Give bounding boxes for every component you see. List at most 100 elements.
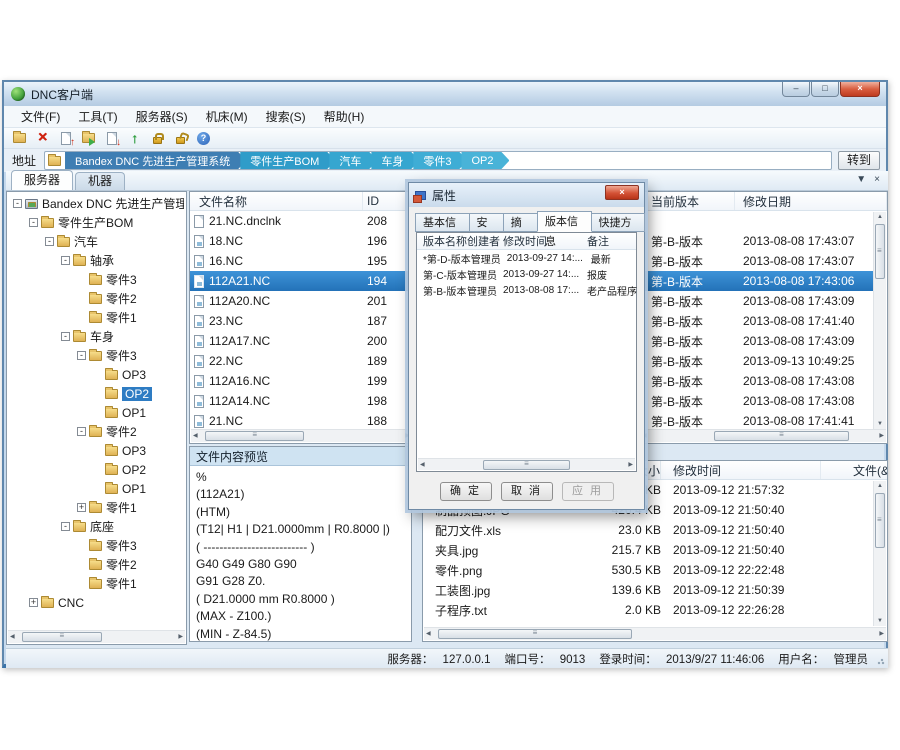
upload-icon[interactable] — [125, 130, 144, 147]
version-row[interactable]: *第-D-版本 管理员 2013-09-27 14:... 最新 — [417, 250, 636, 266]
version-row[interactable]: 第-B-版本 管理员 2013-08-08 17:... 老产品程序 — [417, 282, 636, 298]
file-row[interactable]: 22.NC 189 — [190, 351, 413, 371]
expand-toggle-icon[interactable]: - — [13, 199, 22, 208]
dialog-tab[interactable]: 安全 — [469, 213, 504, 232]
menu-item[interactable]: 搜索(S) — [257, 106, 315, 127]
dialog-button[interactable]: 应 用 — [562, 482, 614, 501]
minimize-button[interactable]: – — [782, 82, 810, 97]
close-button[interactable]: × — [840, 82, 880, 97]
column-header-note[interactable]: 备注 — [587, 233, 636, 249]
file-row[interactable]: 112A21.NC 194 — [190, 271, 413, 291]
attachment-row[interactable]: 工装图.jpg 139.6 KB 2013-09-12 21:50:39 — [423, 580, 873, 600]
unlock-icon[interactable] — [171, 130, 190, 147]
file-version-row[interactable]: 第-B-版本 2013-08-08 17:43:09 — [639, 331, 873, 351]
file-version-row[interactable]: 第-B-版本 2013-09-13 10:49:25 — [639, 351, 873, 371]
menu-item[interactable]: 服务器(S) — [127, 106, 197, 127]
expand-toggle-icon[interactable]: - — [61, 256, 70, 265]
expand-toggle-icon[interactable]: - — [29, 218, 38, 227]
maximize-button[interactable]: □ — [811, 82, 839, 97]
dialog-tab[interactable]: 快捷方式 — [591, 213, 646, 232]
menu-item[interactable]: 机床(M) — [197, 106, 257, 127]
tree-item[interactable]: + 零件1 — [9, 498, 184, 517]
check-out-icon[interactable]: ↓ — [102, 130, 121, 147]
column-header-file[interactable]: 文件(& — [821, 461, 887, 479]
tree-item[interactable]: - 零件生产BOM — [9, 213, 184, 232]
panel-tab[interactable]: 服务器 — [11, 170, 73, 190]
column-header-file-name[interactable]: 文件名称 — [190, 192, 363, 210]
file-version-row[interactable]: 第-B-版本 2013-08-08 17:43:07 — [639, 251, 873, 271]
title-bar[interactable]: DNC客户端 – □ × — [4, 82, 886, 106]
expand-toggle-icon[interactable]: + — [29, 598, 38, 607]
expand-toggle-icon[interactable]: + — [77, 503, 86, 512]
expand-toggle-icon[interactable]: - — [61, 522, 70, 531]
tree-item[interactable]: - 零件3 — [9, 346, 184, 365]
file-version-row[interactable] — [639, 211, 873, 231]
expand-toggle-icon[interactable]: - — [45, 237, 54, 246]
tree-item[interactable]: OP3 — [9, 441, 184, 460]
breadcrumb-segment[interactable]: 车身 — [371, 152, 419, 169]
attachment-row[interactable]: 子程序.txt 2.0 KB 2013-09-12 22:26:28 — [423, 600, 873, 620]
file-row[interactable]: 112A20.NC 201 — [190, 291, 413, 311]
file-row[interactable]: 21.NC.dnclnk 208 — [190, 211, 413, 231]
attachment-row[interactable]: 夹具.jpg 215.7 KB 2013-09-12 21:50:40 — [423, 540, 873, 560]
file-version-row[interactable]: 第-B-版本 2013-08-08 17:43:07 — [639, 231, 873, 251]
file-row[interactable]: 21.NC 188 — [190, 411, 413, 431]
file-version-row[interactable]: 第-B-版本 2013-08-08 17:43:08 — [639, 371, 873, 391]
version-row[interactable]: 第-C-版本 管理员 2013-09-27 14:... 报废 — [417, 266, 636, 282]
tree-item[interactable]: - 汽车 — [9, 232, 184, 251]
file-row[interactable]: 16.NC 195 — [190, 251, 413, 271]
tree-item[interactable]: OP2 — [9, 384, 184, 403]
expand-toggle-icon[interactable]: - — [61, 332, 70, 341]
dialog-horizontal-scrollbar[interactable] — [418, 458, 635, 470]
dialog-button[interactable]: 取 消 — [501, 482, 553, 501]
attachment-row[interactable]: 零件.png 530.5 KB 2013-09-12 22:22:48 — [423, 560, 873, 580]
go-button[interactable]: 转到 — [838, 151, 880, 170]
breadcrumb-segment[interactable]: OP2 — [461, 152, 509, 169]
receive-icon[interactable] — [79, 130, 98, 147]
attachment-vertical-scrollbar[interactable] — [873, 481, 886, 626]
file-row[interactable]: 112A14.NC 198 — [190, 391, 413, 411]
file-version-row[interactable]: 第-B-版本 2013-08-08 17:43:08 — [639, 391, 873, 411]
file-row[interactable]: 112A17.NC 200 — [190, 331, 413, 351]
breadcrumb-segment[interactable]: 汽车 — [329, 152, 377, 169]
column-header-creator[interactable]: 创建者 — [467, 233, 503, 249]
pane-close-icon[interactable]: × — [874, 174, 880, 185]
column-header-modified-time[interactable]: 修改时间 — [661, 461, 821, 479]
tree-item[interactable]: OP1 — [9, 479, 184, 498]
file-version-row[interactable]: 第-B-版本 2013-08-08 17:41:41 — [639, 411, 873, 431]
resize-grip-icon[interactable] — [877, 657, 885, 665]
folder-icon[interactable] — [10, 130, 29, 147]
tree-item[interactable]: - 车身 — [9, 327, 184, 346]
tree-item[interactable]: + CNC — [9, 593, 184, 612]
expand-toggle-icon[interactable]: - — [77, 351, 86, 360]
expand-toggle-icon[interactable]: - — [77, 427, 86, 436]
file-row[interactable]: 112A16.NC 199 — [190, 371, 413, 391]
file-version-row[interactable]: 第-B-版本 2013-08-08 17:43:06 — [639, 271, 873, 291]
breadcrumb-segment[interactable]: 零件生产BOM — [240, 152, 335, 169]
tree-item[interactable]: - Bandex DNC 先进生产管理系统 — [9, 194, 184, 213]
tree-item[interactable]: - 轴承 — [9, 251, 184, 270]
tree-item[interactable]: 零件2 — [9, 555, 184, 574]
column-header-modified-date[interactable]: 修改日期 — [735, 192, 887, 210]
tree-item[interactable]: 零件1 — [9, 308, 184, 327]
file-list-horizontal-scrollbar[interactable] — [191, 429, 412, 442]
version-horizontal-scrollbar[interactable] — [640, 429, 886, 442]
tree-item[interactable]: - 底座 — [9, 517, 184, 536]
file-version-row[interactable]: 第-B-版本 2013-08-08 17:43:09 — [639, 291, 873, 311]
menu-item[interactable]: 文件(F) — [12, 106, 69, 127]
tree-item[interactable]: 零件1 — [9, 574, 184, 593]
lock-icon[interactable] — [148, 130, 167, 147]
dialog-close-button[interactable]: × — [605, 185, 639, 200]
file-list-vertical-scrollbar[interactable] — [873, 212, 886, 429]
delete-icon[interactable] — [33, 130, 52, 147]
tree-item[interactable]: 零件2 — [9, 289, 184, 308]
tree-item[interactable]: 零件3 — [9, 536, 184, 555]
address-field[interactable]: Bandex DNC 先进生产管理系统 零件生产BOM 汽车 车身 零件3 OP… — [44, 151, 832, 170]
tree-horizontal-scrollbar[interactable] — [8, 630, 185, 643]
file-row[interactable]: 23.NC 187 — [190, 311, 413, 331]
tree-item[interactable]: 零件3 — [9, 270, 184, 289]
tree-item[interactable]: OP1 — [9, 403, 184, 422]
file-version-row[interactable]: 第-B-版本 2013-08-08 17:41:40 — [639, 311, 873, 331]
dialog-tab[interactable]: 摘要 — [503, 213, 538, 232]
tree-item[interactable]: - 零件2 — [9, 422, 184, 441]
